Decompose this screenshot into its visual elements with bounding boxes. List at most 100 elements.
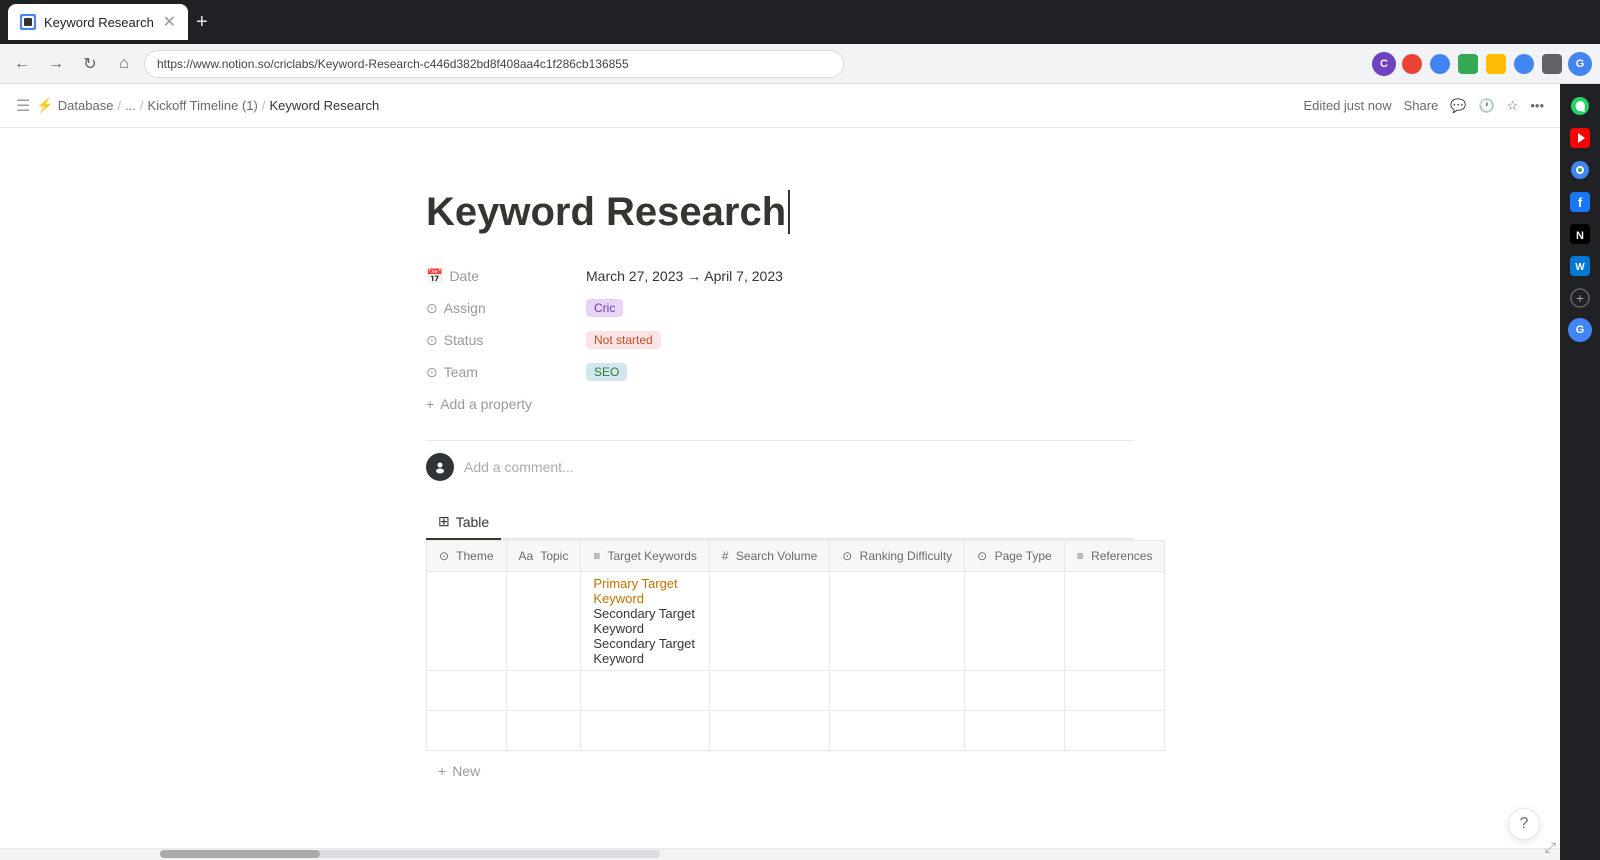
sidebar-toggle-btn[interactable]: ☰: [16, 96, 30, 116]
secondary-keyword-2[interactable]: Secondary Target Keyword: [593, 636, 697, 666]
keywords-col-icon: ≡: [593, 549, 600, 563]
notion-content-area: Keyword Research 📅 Date: [0, 128, 1560, 860]
resize-btn[interactable]: ⤢: [1545, 839, 1556, 856]
property-team-value[interactable]: SEO: [586, 363, 1134, 381]
comment-user-avatar: [426, 453, 454, 481]
table-cell-volume-3[interactable]: [709, 711, 829, 751]
col-header-theme[interactable]: ⊙ Theme: [427, 541, 507, 572]
horizontal-scrollbar[interactable]: [0, 848, 1560, 860]
ext-icon-1[interactable]: [1402, 54, 1422, 74]
ext-strip-icon-1[interactable]: [1566, 92, 1594, 120]
ext-strip-add-btn[interactable]: +: [1566, 284, 1594, 312]
breadcrumb-ellipsis[interactable]: ...: [125, 98, 136, 113]
table-section: ⊞ Table ⊙ Theme: [426, 505, 1134, 787]
table-header-row: ⊙ Theme Aa Topic ≡: [427, 541, 1165, 572]
table-cell-topic-2[interactable]: [506, 671, 581, 711]
property-team-label-text: Team: [444, 364, 478, 380]
address-bar[interactable]: https://www.notion.so/criclabs/Keyword-R…: [144, 50, 844, 78]
new-row-plus-icon: +: [438, 763, 446, 779]
breadcrumb-sep-2: /: [140, 98, 144, 113]
col-header-refs[interactable]: ≡ References: [1064, 541, 1165, 572]
ext-icon-4[interactable]: [1486, 54, 1506, 74]
table-cell-refs-1[interactable]: [1064, 572, 1165, 671]
ext-icon-2[interactable]: [1430, 54, 1450, 74]
table-tab[interactable]: ⊞ Table: [426, 505, 501, 540]
add-property-label: Add a property: [440, 396, 532, 412]
favorite-btn[interactable]: ☆: [1507, 98, 1519, 114]
ext-strip-icon-2[interactable]: [1566, 124, 1594, 152]
forward-btn[interactable]: →: [42, 50, 70, 78]
table-cell-theme-2[interactable]: [427, 671, 507, 711]
property-assign-value[interactable]: Cric: [586, 299, 1134, 317]
help-btn[interactable]: ?: [1508, 808, 1540, 840]
breadcrumb-kickoff[interactable]: Kickoff Timeline (1): [148, 98, 258, 113]
table-cell-theme-3[interactable]: [427, 711, 507, 751]
page-inner: Keyword Research 📅 Date: [330, 188, 1230, 787]
page-title-area[interactable]: Keyword Research: [426, 188, 1134, 236]
property-status-row: ⊙ Status Not started: [426, 324, 1134, 356]
scrollbar-thumb[interactable]: [160, 850, 320, 858]
table-cell-pagetype-1[interactable]: [965, 572, 1065, 671]
add-property-plus-icon: +: [426, 396, 434, 412]
user-account-btn[interactable]: G: [1566, 316, 1594, 344]
ext-strip-icon-4[interactable]: f: [1566, 188, 1594, 216]
ext-strip-icon-5[interactable]: N: [1566, 220, 1594, 248]
share-btn[interactable]: Share: [1404, 98, 1439, 113]
property-date-value[interactable]: March 27, 2023 → April 7, 2023: [586, 268, 1134, 284]
ext-icon-3[interactable]: [1458, 54, 1478, 74]
table-cell-volume-2[interactable]: [709, 671, 829, 711]
comment-input[interactable]: Add a comment...: [464, 459, 574, 475]
edited-status: Edited just now: [1303, 98, 1391, 113]
table-cell-keywords-3[interactable]: [581, 711, 710, 751]
add-property-btn[interactable]: + Add a property: [426, 392, 1134, 416]
secondary-keyword-1[interactable]: Secondary Target Keyword: [593, 606, 697, 636]
property-status-value[interactable]: Not started: [586, 331, 1134, 349]
more-options-btn[interactable]: •••: [1530, 98, 1544, 113]
new-row-btn[interactable]: + New: [426, 755, 1134, 787]
tab-close-btn[interactable]: ✕: [163, 12, 176, 32]
table-cell-keywords-1[interactable]: Primary Target Keyword Secondary Target …: [581, 572, 710, 671]
primary-keyword[interactable]: Primary Target Keyword: [593, 576, 697, 606]
browser-toolbar: ← → ↻ ⌂ https://www.notion.so/criclabs/K…: [0, 44, 1600, 84]
property-team-label[interactable]: ⊙ Team: [426, 364, 586, 381]
google-account-btn[interactable]: G: [1568, 52, 1592, 76]
table-cell-topic-3[interactable]: [506, 711, 581, 751]
notion-page-header: ☰ ⚡ Database / ... / Kickoff Timeline (1…: [0, 84, 1560, 128]
home-btn[interactable]: ⌂: [110, 50, 138, 78]
table-cell-refs-2[interactable]: [1064, 671, 1165, 711]
ext-icon-5[interactable]: [1514, 54, 1534, 74]
property-status-label[interactable]: ⊙ Status: [426, 332, 586, 349]
ext-strip-icon-3[interactable]: [1566, 156, 1594, 184]
table-cell-pagetype-3[interactable]: [965, 711, 1065, 751]
back-btn[interactable]: ←: [8, 50, 36, 78]
tab-title: Keyword Research: [44, 15, 154, 30]
property-team-row: ⊙ Team SEO: [426, 356, 1134, 388]
col-header-topic[interactable]: Aa Topic: [506, 541, 581, 572]
col-header-keywords[interactable]: ≡ Target Keywords: [581, 541, 710, 572]
col-header-volume[interactable]: # Search Volume: [709, 541, 829, 572]
table-tabs: ⊞ Table: [426, 505, 1134, 540]
property-date-label[interactable]: 📅 Date: [426, 268, 586, 285]
refresh-btn[interactable]: ↻: [76, 50, 104, 78]
table-cell-difficulty-3[interactable]: [830, 711, 965, 751]
property-assign-label[interactable]: ⊙ Assign: [426, 300, 586, 317]
comment-icon-btn[interactable]: 💬: [1450, 98, 1466, 114]
table-cell-volume-1[interactable]: [709, 572, 829, 671]
new-tab-btn[interactable]: +: [192, 7, 212, 38]
active-tab[interactable]: Keyword Research ✕: [8, 4, 188, 40]
toolbar-right: C G: [1372, 52, 1592, 76]
ext-more-btn[interactable]: [1542, 54, 1562, 74]
table-cell-difficulty-1[interactable]: [830, 572, 965, 671]
ext-strip-icon-6[interactable]: W: [1566, 252, 1594, 280]
refs-col-icon: ≡: [1077, 549, 1084, 563]
col-header-pagetype[interactable]: ⊙ Page Type: [965, 541, 1065, 572]
table-cell-pagetype-2[interactable]: [965, 671, 1065, 711]
table-cell-refs-3[interactable]: [1064, 711, 1165, 751]
breadcrumb-database[interactable]: Database: [58, 98, 114, 113]
col-header-difficulty[interactable]: ⊙ Ranking Difficulty: [830, 541, 965, 572]
table-cell-theme-1[interactable]: [427, 572, 507, 671]
table-cell-difficulty-2[interactable]: [830, 671, 965, 711]
history-btn[interactable]: 🕐: [1479, 98, 1495, 114]
table-cell-topic-1[interactable]: [506, 572, 581, 671]
table-cell-keywords-2[interactable]: [581, 671, 710, 711]
